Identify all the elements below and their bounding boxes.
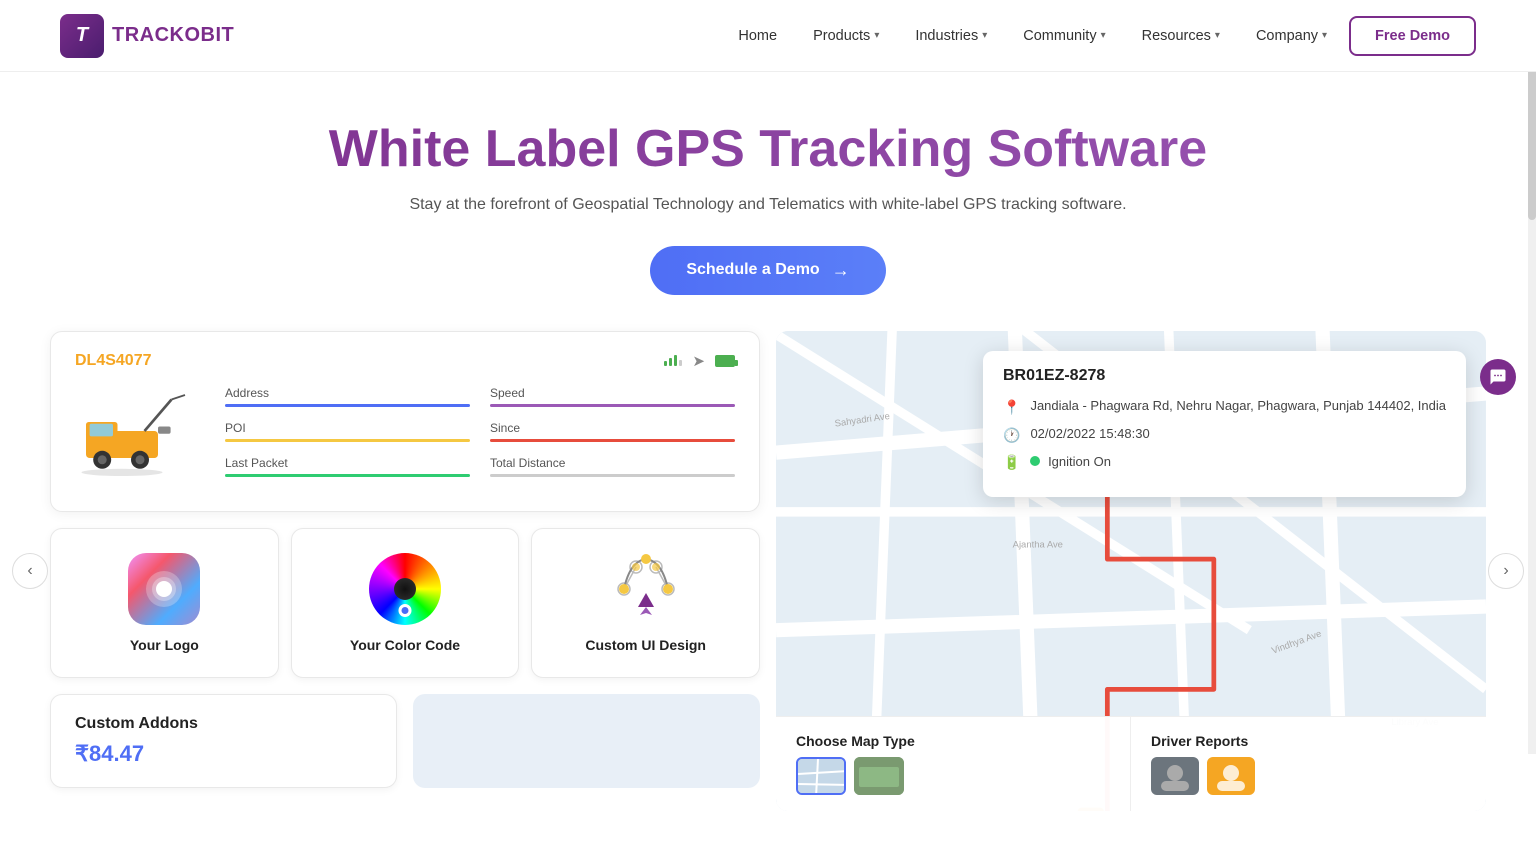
logo-feature-icon <box>128 553 200 625</box>
vehicle-status-icons: ➤ <box>664 352 735 370</box>
addons-placeholder <box>413 694 760 788</box>
driver-reports-card: Driver Reports <box>1131 717 1486 811</box>
ui-design-icon <box>610 553 682 625</box>
navbar: T TRACKOBIT Home Products ▾ Industries ▾… <box>0 0 1536 72</box>
driver-report-icon-1 <box>1151 757 1199 795</box>
last-packet-label: Last Packet <box>225 456 470 470</box>
ignition-icon: 🔋 <box>1003 454 1020 471</box>
address-bar <box>225 404 470 407</box>
choose-map-type-card: Choose Map Type <box>776 717 1131 811</box>
total-distance-label: Total Distance <box>490 456 735 470</box>
driver-reports-title: Driver Reports <box>1151 733 1466 749</box>
address-label: Address <box>225 386 470 400</box>
battery-icon <box>715 355 735 367</box>
color-wheel-icon <box>369 553 441 625</box>
hero-title: White Label GPS Tracking Software <box>20 120 1516 180</box>
your-logo-card: Your Logo <box>50 528 279 678</box>
map-type-option-2[interactable] <box>854 757 904 795</box>
since-bar <box>490 439 735 442</box>
ignition-dot-icon <box>1030 456 1040 466</box>
nav-links: Home Products ▾ Industries ▾ Community ▾… <box>724 16 1476 56</box>
bottom-row: Custom Addons ₹84.47 <box>50 694 760 788</box>
resources-chevron-icon: ▾ <box>1215 30 1220 41</box>
features-row: Your Logo Your Color Code <box>50 528 760 678</box>
products-chevron-icon: ▾ <box>874 30 879 41</box>
nav-company[interactable]: Company ▾ <box>1242 20 1341 52</box>
nav-industries[interactable]: Industries ▾ <box>901 20 1001 52</box>
custom-addons-title: Custom Addons <box>75 715 372 733</box>
nav-resources[interactable]: Resources ▾ <box>1128 20 1234 52</box>
free-demo-button[interactable]: Free Demo <box>1349 16 1476 56</box>
clock-icon: 🕐 <box>1003 427 1020 444</box>
hero-subtitle: Stay at the forefront of Geospatial Tech… <box>20 196 1516 214</box>
signal-bars-icon <box>664 355 682 366</box>
industries-chevron-icon: ▾ <box>982 30 987 41</box>
logo-text: TRACKOBIT <box>112 24 234 47</box>
map-info-popup: BR01EZ-8278 📍 Jandiala - Phagwara Rd, Ne… <box>983 351 1466 497</box>
map-panel: Sahyadri Ave Ajantha Ave Vindhya Ave Hil… <box>776 331 1486 811</box>
svg-text:Ajantha Ave: Ajantha Ave <box>1013 539 1063 550</box>
custom-addons-card: Custom Addons ₹84.47 <box>50 694 397 788</box>
scrollbar[interactable] <box>1528 0 1536 754</box>
floating-chat-widget[interactable] <box>1480 359 1516 395</box>
truck-image <box>75 386 205 476</box>
nav-products[interactable]: Products ▾ <box>799 20 893 52</box>
poi-bar <box>225 439 470 442</box>
vehicle-id: DL4S4077 <box>75 352 735 370</box>
total-distance-bar <box>490 474 735 477</box>
navigation-icon: ➤ <box>692 352 705 370</box>
popup-address: Jandiala - Phagwara Rd, Nehru Nagar, Pha… <box>1030 397 1446 415</box>
your-color-code-card: Your Color Code <box>291 528 520 678</box>
nav-home[interactable]: Home <box>724 20 791 52</box>
speed-bar <box>490 404 735 407</box>
map-bottom-cards: Choose Map Type Driver Reports <box>776 716 1486 811</box>
chat-icon <box>1489 368 1507 386</box>
nav-community[interactable]: Community ▾ <box>1009 20 1119 52</box>
speed-label: Speed <box>490 386 735 400</box>
logo-t-icon: T <box>76 24 88 47</box>
carousel-left-arrow[interactable]: ‹ <box>12 553 48 589</box>
logo[interactable]: T TRACKOBIT <box>60 14 234 58</box>
map-type-option-1[interactable] <box>796 757 846 795</box>
popup-ignition: Ignition On <box>1030 454 1111 469</box>
schedule-demo-button[interactable]: Schedule a Demo → <box>650 246 885 295</box>
last-packet-bar <box>225 474 470 477</box>
location-pin-icon: 📍 <box>1003 399 1020 416</box>
poi-label: POI <box>225 421 470 435</box>
arrow-right-icon: → <box>832 260 850 281</box>
company-chevron-icon: ▾ <box>1322 30 1327 41</box>
your-logo-label: Your Logo <box>130 637 199 653</box>
driver-report-icon-2 <box>1207 757 1255 795</box>
popup-vehicle-id: BR01EZ-8278 <box>1003 367 1446 385</box>
hero-section: White Label GPS Tracking Software Stay a… <box>0 72 1536 331</box>
community-chevron-icon: ▾ <box>1101 30 1106 41</box>
since-label: Since <box>490 421 735 435</box>
popup-datetime: 02/02/2022 15:48:30 <box>1030 426 1149 441</box>
your-color-code-label: Your Color Code <box>350 637 460 653</box>
vehicle-card: ➤ DL4S4077 <box>50 331 760 512</box>
carousel-right-arrow[interactable]: › <box>1488 553 1524 589</box>
custom-ui-design-label: Custom UI Design <box>585 637 706 653</box>
choose-map-type-title: Choose Map Type <box>796 733 1110 749</box>
custom-ui-design-card: Custom UI Design <box>531 528 760 678</box>
